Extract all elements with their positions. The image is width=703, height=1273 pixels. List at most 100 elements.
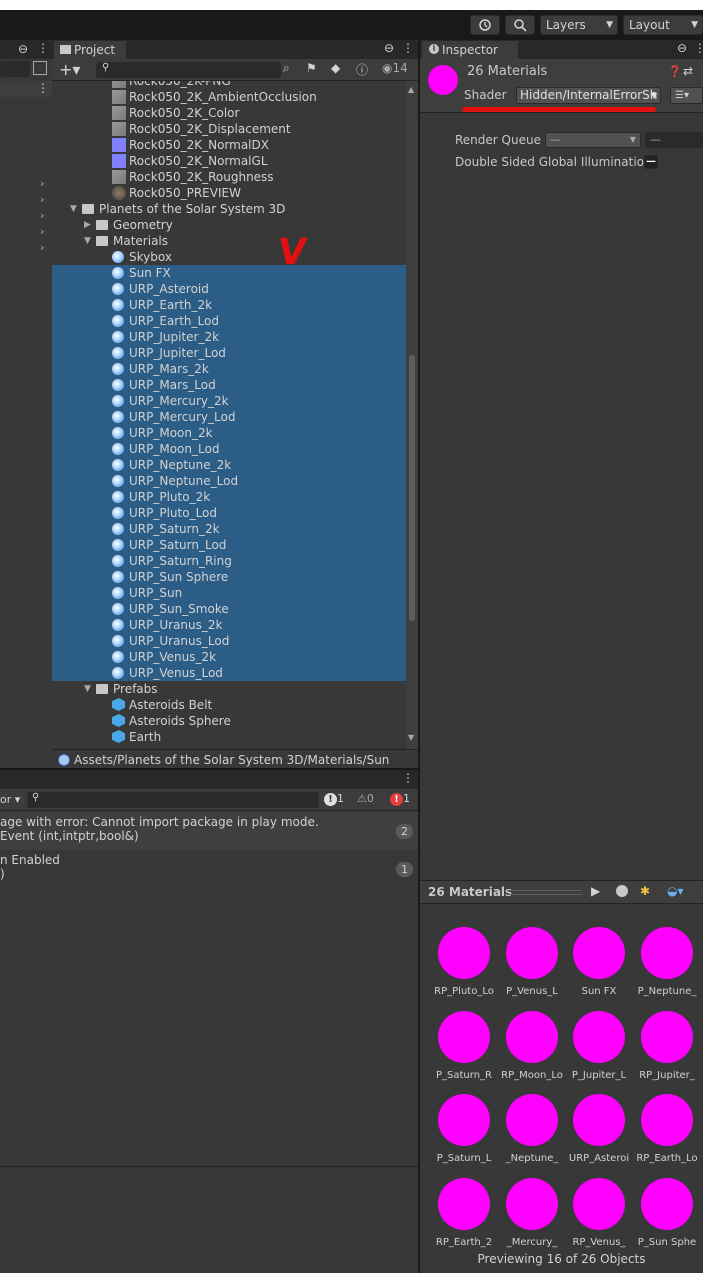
lock-icon[interactable]: ⊖ xyxy=(384,41,394,55)
tree-item[interactable]: URP_Moon_Lod xyxy=(52,441,406,457)
material-preview-tile[interactable]: P_Venus_L xyxy=(505,925,567,1001)
filter-icon[interactable]: ⚑ xyxy=(306,61,317,75)
tree-item[interactable]: Earth xyxy=(52,729,406,745)
material-preview-tile[interactable]: P_Jupiter_L xyxy=(572,1009,634,1085)
search-by-type-icon[interactable]: ⌕ xyxy=(283,61,290,76)
info-icon[interactable]: ⓘ xyxy=(356,61,368,78)
more-menu-icon[interactable]: ⋮ xyxy=(37,41,49,55)
tree-item[interactable]: Rock050_2K_NormalDX xyxy=(52,137,406,153)
console-entry[interactable]: age with error: Cannot import package in… xyxy=(0,812,418,850)
scrollbar-thumb[interactable] xyxy=(409,355,415,621)
material-preview-tile[interactable]: RP_Venus_ xyxy=(572,1176,634,1252)
hidden-packages-button[interactable]: ◉14 xyxy=(382,61,408,75)
tree-item[interactable]: URP_Uranus_2k xyxy=(52,617,406,633)
fold-open-icon[interactable]: ▼ xyxy=(84,681,91,697)
tree-item[interactable]: Rock050_2K_AmbientOcclusion xyxy=(52,89,406,105)
sphere-shape-icon[interactable] xyxy=(616,885,628,897)
material-preview-tile[interactable]: RP_Jupiter_ xyxy=(639,1009,702,1085)
fold-open-icon[interactable]: ▼ xyxy=(84,233,91,249)
project-scrollbar[interactable]: ▲ ▼ xyxy=(406,81,418,749)
material-preview-tile[interactable]: URP_Asteroi xyxy=(569,1092,634,1168)
tab-inspector[interactable]: i Inspector xyxy=(422,41,518,59)
tree-item[interactable]: URP_Sun Sphere xyxy=(52,569,406,585)
add-icon[interactable]: +▾ xyxy=(59,60,80,79)
console-options-dropdown[interactable]: or ▾ xyxy=(0,793,20,806)
more-menu-icon[interactable]: ⋮ xyxy=(402,41,414,55)
tree-item[interactable]: URP_Earth_Lod xyxy=(52,313,406,329)
console-entry[interactable]: n Enabled ) 1 xyxy=(0,850,418,888)
tree-item[interactable]: URP_Neptune_2k xyxy=(52,457,406,473)
tree-item[interactable]: Rock050_2K-PNG xyxy=(52,81,406,89)
material-preview-tile[interactable]: RP_Earth_Lo xyxy=(636,1092,702,1168)
render-queue-number-field[interactable]: — xyxy=(645,132,703,148)
shader-edit-dropdown[interactable]: ☰▾ xyxy=(670,87,703,104)
help-icon[interactable]: ❓ xyxy=(668,65,682,78)
tree-item[interactable]: URP_Mars_2k xyxy=(52,361,406,377)
tree-item[interactable]: Rock050_2K_Roughness xyxy=(52,169,406,185)
tree-item[interactable]: Skybox xyxy=(52,249,406,265)
light-toggle-icon[interactable]: ✱ xyxy=(640,884,650,898)
error-toggle[interactable]: ! 1 xyxy=(390,792,410,806)
material-preview-tile[interactable]: P_Saturn_L xyxy=(437,1092,499,1168)
material-preview-tile[interactable]: _Mercury_ xyxy=(505,1176,567,1252)
tree-item[interactable]: URP_Venus_Lod xyxy=(52,665,406,681)
layers-dropdown[interactable]: Layers ▼ xyxy=(540,15,618,35)
tab-project[interactable]: Project xyxy=(54,41,126,59)
tree-item[interactable]: Rock050_2K_Color xyxy=(52,105,406,121)
tree-item[interactable]: ▼ Prefabs xyxy=(52,681,406,697)
fold-closed-icon[interactable]: ▶ xyxy=(84,217,91,233)
material-preview-tile[interactable]: P_Saturn_R xyxy=(436,1009,499,1085)
scroll-up-icon[interactable]: ▲ xyxy=(408,85,414,94)
preset-settings-icon[interactable]: ⇄ xyxy=(683,64,693,78)
more-menu-icon[interactable]: ⋮ xyxy=(37,81,49,95)
tree-item[interactable]: URP_Earth_2k xyxy=(52,297,406,313)
lock-icon[interactable]: ⊖ xyxy=(677,41,687,55)
console-search-input[interactable]: ⚲ xyxy=(27,792,319,808)
hierarchy-search-input[interactable] xyxy=(0,61,30,77)
material-preview-tile[interactable]: Sun FX xyxy=(572,925,634,1001)
tree-item[interactable]: ▼ Materials xyxy=(52,233,406,249)
tree-item[interactable]: URP_Mercury_2k xyxy=(52,393,406,409)
label-icon[interactable]: ◆ xyxy=(331,61,340,75)
tree-item[interactable]: URP_Venus_2k xyxy=(52,649,406,665)
tree-item[interactable]: URP_Saturn_2k xyxy=(52,521,406,537)
more-menu-icon[interactable]: ⋮ xyxy=(694,41,703,55)
material-preview-tile[interactable]: RP_Earth_2 xyxy=(436,1176,499,1252)
tree-item[interactable]: URP_Saturn_Ring xyxy=(52,553,406,569)
tree-item[interactable]: URP_Pluto_Lod xyxy=(52,505,406,521)
hierarchy-fold-arrows[interactable]: › › › › › xyxy=(40,176,44,256)
material-preview-tile[interactable]: RP_Pluto_Lo xyxy=(434,925,499,1001)
search-button[interactable] xyxy=(505,15,535,35)
tree-item[interactable]: URP_Sun_Smoke xyxy=(52,601,406,617)
warning-toggle[interactable]: ⚠0 xyxy=(357,792,374,805)
history-button[interactable] xyxy=(470,15,500,35)
preview-mesh-dropdown[interactable]: ◒▾ xyxy=(667,884,684,898)
fold-open-icon[interactable]: ▼ xyxy=(70,201,77,217)
scene-icon[interactable] xyxy=(33,61,47,75)
render-queue-dropdown[interactable]: — ▼ xyxy=(545,132,641,148)
tree-item[interactable]: Asteroids Belt xyxy=(52,697,406,713)
dsgi-checkbox[interactable]: — xyxy=(644,155,658,169)
tree-item[interactable]: URP_Sun xyxy=(52,585,406,601)
material-preview-tile[interactable]: RP_Moon_Lo xyxy=(501,1009,567,1085)
preview-resize-handle[interactable] xyxy=(507,890,582,895)
tree-item[interactable]: URP_Mars_Lod xyxy=(52,377,406,393)
shader-dropdown[interactable]: Hidden/InternalErrorSh ▼ xyxy=(516,87,661,104)
tree-item[interactable]: URP_Uranus_Lod xyxy=(52,633,406,649)
tree-item[interactable]: URP_Mercury_Lod xyxy=(52,409,406,425)
tree-item[interactable]: URP_Jupiter_2k xyxy=(52,329,406,345)
tree-item[interactable]: URP_Neptune_Lod xyxy=(52,473,406,489)
tree-item[interactable]: URP_Pluto_2k xyxy=(52,489,406,505)
tree-item[interactable]: ▶ Geometry xyxy=(52,217,406,233)
log-toggle[interactable]: ! 1 xyxy=(324,792,344,806)
tree-item[interactable]: ▼ Planets of the Solar System 3D xyxy=(52,201,406,217)
project-search-input[interactable]: ⚲ xyxy=(96,62,281,78)
console-detail-divider[interactable] xyxy=(0,1166,418,1167)
layout-dropdown[interactable]: Layout ▼ xyxy=(623,15,703,35)
material-preview-tile[interactable]: P_Sun Sphe xyxy=(638,1176,702,1252)
lock-icon[interactable]: ⊖ xyxy=(18,42,28,56)
tree-item[interactable]: Sun FX xyxy=(52,265,406,281)
more-menu-icon[interactable]: ⋮ xyxy=(402,771,414,785)
tree-item[interactable]: URP_Moon_2k xyxy=(52,425,406,441)
material-preview-tile[interactable]: _Neptune_ xyxy=(505,1092,567,1168)
